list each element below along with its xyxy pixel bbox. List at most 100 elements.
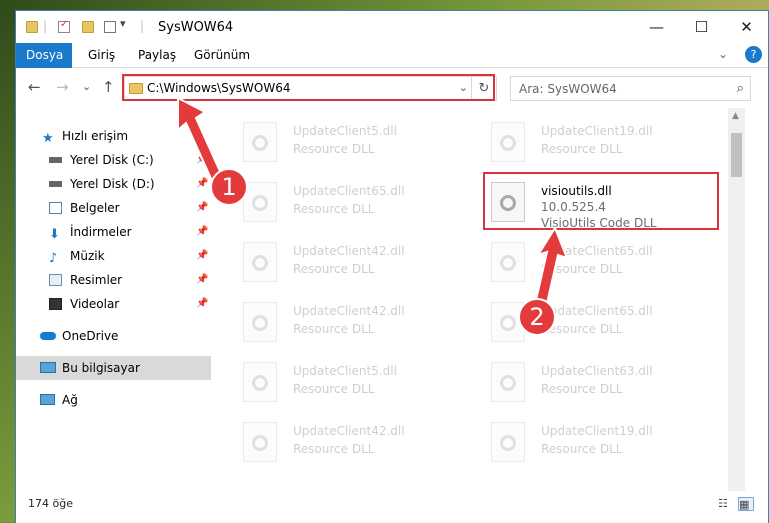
search-box[interactable]: Ara: SysWOW64 ⌕ [510, 76, 751, 101]
sidebar-item-label: Videolar [70, 297, 120, 311]
pin-icon[interactable]: 📌 [196, 292, 208, 316]
file-item[interactable]: UpdateClient5.dll Resource DLL [235, 358, 465, 414]
file-item[interactable]: UpdateClient42.dll Resource DLL [235, 298, 465, 354]
scroll-up-icon[interactable]: ▲ [732, 111, 739, 121]
dll-file-icon [243, 422, 277, 462]
recent-locations-icon[interactable]: ⌄ [82, 80, 91, 93]
sidebar-item-pictures[interactable]: Resimler 📌 [16, 268, 211, 292]
file-name: UpdateClient63.dll [541, 364, 653, 378]
file-name: UpdateClient19.dll [541, 124, 653, 138]
separator: | [43, 19, 48, 33]
file-name: UpdateClient65.dll [293, 184, 405, 198]
help-icon[interactable]: ? [745, 46, 762, 63]
sidebar-item-network[interactable]: Ağ [16, 388, 211, 412]
file-type: Resource DLL [293, 142, 375, 156]
file-item[interactable]: UpdateClient65.dll Resource DLL [483, 298, 713, 354]
network-icon [40, 394, 55, 405]
tab-file[interactable]: Dosya [16, 43, 72, 68]
dll-file-icon [243, 122, 277, 162]
folder-icon [26, 21, 38, 33]
tab-view[interactable]: Görünüm [184, 43, 260, 68]
file-type: Resource DLL [541, 382, 623, 396]
address-highlight-box [122, 74, 495, 101]
pin-icon[interactable]: 📌 [196, 148, 208, 172]
navigation-pane: ★ Hızlı erişim Yerel Disk (C:) 📌 Yerel D… [16, 108, 211, 491]
dll-file-icon [491, 242, 525, 282]
new-folder-icon[interactable] [82, 21, 94, 33]
file-type: Resource DLL [293, 322, 375, 336]
file-item[interactable]: UpdateClient19.dll Resource DLL [483, 118, 713, 174]
file-type: Resource DLL [293, 202, 375, 216]
sidebar-item-quick-access[interactable]: ★ Hızlı erişim [16, 124, 211, 148]
sidebar-item-videos[interactable]: Videolar 📌 [16, 292, 211, 316]
ribbon-expand-icon[interactable]: ⌄ [718, 47, 728, 61]
file-name: UpdateClient5.dll [293, 364, 397, 378]
dll-file-icon [491, 362, 525, 402]
tab-home[interactable]: Giriş [78, 43, 125, 68]
pictures-icon [49, 274, 62, 286]
details-view-icon[interactable]: ☷ [718, 497, 734, 511]
file-name: UpdateClient42.dll [293, 424, 405, 438]
file-item[interactable]: UpdateClient63.dll Resource DLL [483, 358, 713, 414]
file-item[interactable]: UpdateClient42.dll Resource DLL [235, 238, 465, 294]
sidebar-item-documents[interactable]: Belgeler 📌 [16, 196, 211, 220]
dll-file-icon [243, 182, 277, 222]
file-item[interactable]: UpdateClient19.dll Resource DLL [483, 418, 713, 474]
file-name: UpdateClient19.dll [541, 424, 653, 438]
sidebar-item-this-pc[interactable]: Bu bilgisayar [16, 356, 211, 380]
file-name: UpdateClient65.dll [541, 244, 653, 258]
file-type: Resource DLL [541, 142, 623, 156]
sidebar-item-drive-c[interactable]: Yerel Disk (C:) 📌 [16, 148, 211, 172]
sidebar-item-label: Belgeler [70, 201, 120, 215]
step-1-badge: 1 [210, 168, 248, 206]
up-arrow-icon[interactable]: ↑ [102, 78, 115, 96]
drive-icon [49, 181, 62, 187]
back-arrow-icon[interactable]: ← [28, 78, 41, 96]
sidebar-item-onedrive[interactable]: OneDrive [16, 324, 211, 348]
drive-icon [49, 157, 62, 163]
tab-share[interactable]: Paylaş [128, 43, 186, 68]
star-icon: ★ [42, 131, 54, 146]
dll-file-icon [243, 362, 277, 402]
music-icon: ♪ [49, 251, 58, 266]
vertical-scrollbar[interactable]: ▲ [728, 108, 745, 491]
customize-quick-access-button[interactable]: ▾ [120, 17, 126, 30]
large-icons-view-icon[interactable]: ▦ [738, 497, 754, 511]
file-type: Resource DLL [293, 382, 375, 396]
file-item[interactable]: UpdateClient42.dll Resource DLL [235, 418, 465, 474]
file-name: UpdateClient65.dll [541, 304, 653, 318]
search-icon[interactable]: ⌕ [737, 81, 744, 96]
customize-icon[interactable] [104, 21, 116, 33]
sidebar-item-drive-d[interactable]: Yerel Disk (D:) 📌 [16, 172, 211, 196]
forward-arrow-icon[interactable]: → [56, 78, 69, 96]
dll-file-icon [491, 122, 525, 162]
dll-file-icon [243, 302, 277, 342]
sidebar-item-label: Yerel Disk (D:) [70, 177, 155, 191]
pin-icon[interactable]: 📌 [196, 220, 208, 244]
sidebar-item-label: Ağ [62, 393, 78, 407]
file-item[interactable]: UpdateClient5.dll Resource DLL [235, 118, 465, 174]
pin-icon[interactable]: 📌 [196, 244, 208, 268]
cloud-icon [40, 332, 56, 340]
maximize-button[interactable]: ☐ [679, 11, 724, 43]
file-name: UpdateClient5.dll [293, 124, 397, 138]
title-bar: | ✓ ▾ | SysWOW64 — ☐ ✕ [16, 11, 768, 43]
minimize-button[interactable]: — [634, 11, 679, 43]
pin-icon[interactable]: 📌 [196, 268, 208, 292]
sidebar-item-music[interactable]: ♪ Müzik 📌 [16, 244, 211, 268]
file-item[interactable]: UpdateClient65.dll Resource DLL [235, 178, 465, 234]
file-item[interactable]: UpdateClient65.dll Resource DLL [483, 238, 713, 294]
close-button[interactable]: ✕ [724, 11, 769, 43]
sidebar-item-label: İndirmeler [70, 225, 132, 239]
pin-icon[interactable]: 📌 [196, 172, 208, 196]
search-placeholder[interactable]: Ara: SysWOW64 [519, 82, 617, 96]
properties-icon[interactable]: ✓ [58, 19, 70, 33]
videos-icon [49, 298, 62, 310]
pin-icon[interactable]: 📌 [196, 196, 208, 220]
step-2-badge: 2 [518, 298, 556, 336]
scroll-thumb[interactable] [731, 133, 742, 177]
sidebar-item-downloads[interactable]: ⬇ İndirmeler 📌 [16, 220, 211, 244]
documents-icon [49, 202, 62, 214]
sidebar-item-label: Yerel Disk (C:) [70, 153, 154, 167]
file-type: Resource DLL [293, 442, 375, 456]
